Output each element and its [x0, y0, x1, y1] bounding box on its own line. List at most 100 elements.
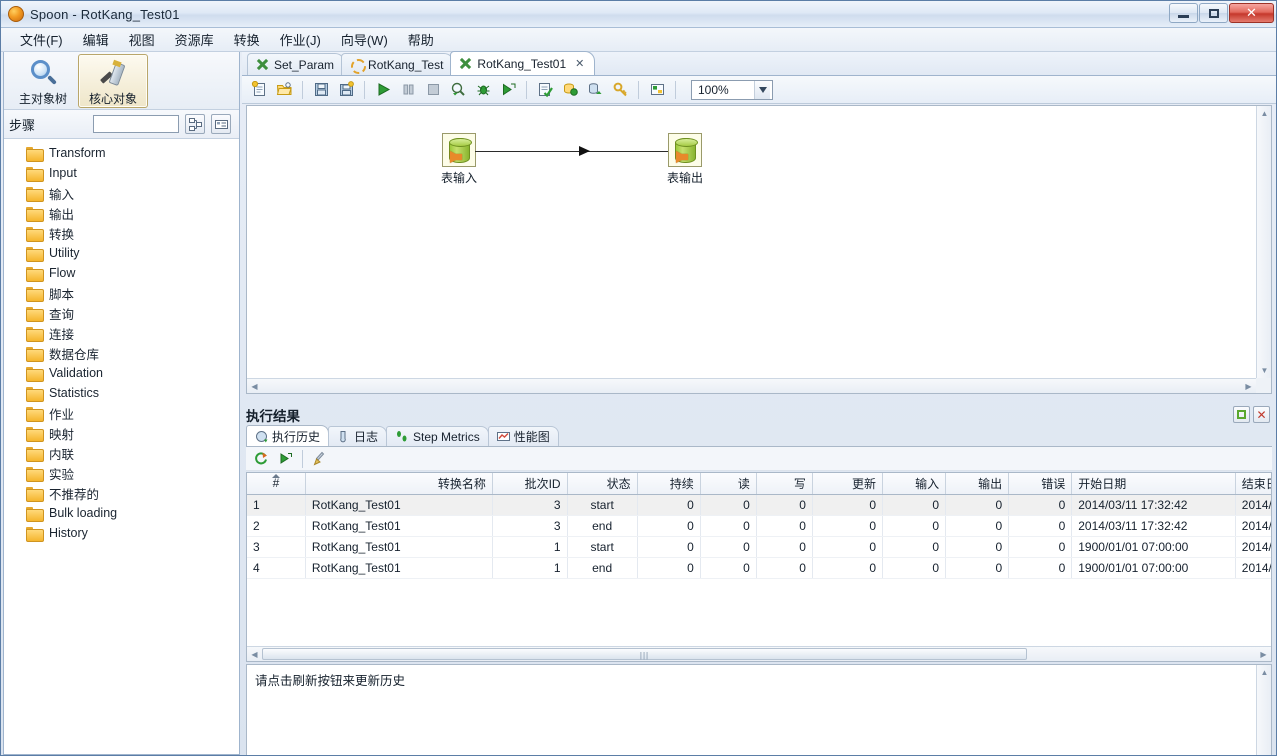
tab-execution-history[interactable]: 执行历史 [246, 425, 330, 446]
column-header-duration[interactable]: 持续 [637, 473, 701, 495]
column-header-errors[interactable]: 错误 [1008, 473, 1073, 495]
table-row[interactable]: 2 RotKang_Test01 3 end 0 0 0 0 0 0 0 201… [247, 515, 1271, 537]
column-header-updated[interactable]: 更新 [812, 473, 884, 495]
scroll-up-icon[interactable]: ▲ [1257, 665, 1271, 680]
tab-close-icon[interactable]: ✕ [575, 57, 584, 70]
stop-button[interactable] [422, 79, 444, 101]
execution-history-table-container[interactable]: # 转换名称 批次ID 状态 持续 读 写 更新 输入 输出 错误 开始日期 结… [246, 472, 1272, 662]
menu-repository[interactable]: 资源库 [166, 27, 223, 52]
chevron-down-icon[interactable] [754, 80, 770, 99]
canvas-vertical-scrollbar[interactable]: ▲ ▼ [1256, 106, 1271, 378]
scroll-right-icon[interactable]: ▶ [1241, 379, 1256, 394]
clear-history-button[interactable] [309, 448, 331, 470]
replay-button[interactable] [497, 79, 519, 101]
table-row[interactable]: 3 RotKang_Test01 1 start 0 0 0 0 0 0 0 1… [247, 536, 1271, 558]
table-row[interactable]: 1 RotKang_Test01 3 start 0 0 0 0 0 0 0 2… [247, 494, 1271, 516]
scroll-right-icon[interactable]: ▶ [1256, 647, 1271, 661]
menu-file[interactable]: 文件(F) [11, 27, 72, 52]
tree-item-validation[interactable]: Validation [4, 363, 239, 383]
debug-button[interactable] [472, 79, 494, 101]
tab-performance-graph[interactable]: 性能图 [487, 426, 559, 446]
table-row[interactable]: 4 RotKang_Test01 1 end 0 0 0 0 0 0 0 190… [247, 557, 1271, 579]
save-as-button[interactable] [335, 79, 357, 101]
collapse-all-button[interactable] [211, 114, 231, 134]
column-header-start-date[interactable]: 开始日期 [1071, 473, 1236, 495]
tree-item-utility[interactable]: Utility [4, 243, 239, 263]
sql-button[interactable] [584, 79, 606, 101]
column-header-batch-id[interactable]: 批次ID [492, 473, 568, 495]
open-file-button[interactable] [273, 79, 295, 101]
maximize-panel-button[interactable] [1233, 406, 1250, 423]
menu-edit[interactable]: 编辑 [74, 27, 118, 52]
table-horizontal-scrollbar[interactable]: ◀ ||| ▶ [247, 646, 1271, 661]
step-table-input[interactable]: 表输入 [437, 133, 481, 186]
scroll-left-icon[interactable]: ◀ [247, 379, 262, 394]
column-header-status[interactable]: 状态 [567, 473, 638, 495]
tree-item-statistics[interactable]: Statistics [4, 383, 239, 403]
menu-job[interactable]: 作业(J) [271, 27, 330, 52]
run-button[interactable] [372, 79, 394, 101]
menu-help[interactable]: 帮助 [399, 27, 443, 52]
tree-item-join[interactable]: 连接 [4, 323, 239, 343]
tree-item-output-cn[interactable]: 输出 [4, 203, 239, 223]
tree-item-job[interactable]: 作业 [4, 403, 239, 423]
menu-view[interactable]: 视图 [120, 27, 164, 52]
column-header-end-date[interactable]: 结束日期 [1235, 473, 1271, 495]
step-table-output[interactable]: 表输出 [663, 133, 707, 186]
message-vertical-scrollbar[interactable]: ▲ ▼ [1256, 665, 1271, 755]
minimize-button[interactable] [1169, 3, 1198, 23]
tree-item-inline[interactable]: 内联 [4, 443, 239, 463]
preview-button[interactable] [447, 79, 469, 101]
column-header-transformation-name[interactable]: 转换名称 [305, 473, 493, 495]
pause-button[interactable] [397, 79, 419, 101]
column-header-output[interactable]: 输出 [945, 473, 1010, 495]
menu-wizard[interactable]: 向导(W) [332, 27, 397, 52]
replay-history-button[interactable] [274, 448, 296, 470]
show-grid-button[interactable] [646, 79, 668, 101]
scroll-up-icon[interactable]: ▲ [1257, 106, 1272, 121]
menu-transformation[interactable]: 转换 [225, 27, 269, 52]
column-header-index[interactable]: # [247, 473, 306, 495]
column-header-written[interactable]: 写 [756, 473, 813, 495]
perspective-core-objects[interactable]: 核心对象 [78, 53, 148, 108]
save-button[interactable] [310, 79, 332, 101]
tab-step-metrics[interactable]: Step Metrics [386, 426, 489, 446]
tree-item-transform[interactable]: Transform [4, 143, 239, 163]
tree-item-data-warehouse[interactable]: 数据仓库 [4, 343, 239, 363]
zoom-level-combobox[interactable]: 100% [691, 79, 773, 100]
new-file-button[interactable] [248, 79, 270, 101]
tree-item-flow[interactable]: Flow [4, 263, 239, 283]
tree-item-deprecated[interactable]: 不推荐的 [4, 483, 239, 503]
verify-button[interactable] [534, 79, 556, 101]
expand-all-button[interactable] [185, 114, 205, 134]
steps-tree[interactable]: Transform Input 输入 输出 转换 Utility Flow 脚本… [4, 139, 239, 754]
canvas-horizontal-scrollbar[interactable]: ◀ ▶ [247, 378, 1256, 393]
tree-item-input-en[interactable]: Input [4, 163, 239, 183]
tree-item-input-cn[interactable]: 输入 [4, 183, 239, 203]
table-scrollbar-thumb[interactable]: ||| [262, 648, 1027, 660]
tab-set-param[interactable]: Set_Param [247, 53, 346, 75]
maximize-button[interactable] [1199, 3, 1228, 23]
tree-item-bulk-loading[interactable]: Bulk loading [4, 503, 239, 523]
tab-rotkang-test[interactable]: RotKang_Test [341, 53, 455, 75]
transformation-canvas[interactable]: 表输入 表输出 [247, 106, 1256, 378]
tree-item-script[interactable]: 脚本 [4, 283, 239, 303]
tree-item-history[interactable]: History [4, 523, 239, 543]
refresh-history-button[interactable] [250, 448, 272, 470]
tree-item-query[interactable]: 查询 [4, 303, 239, 323]
close-button[interactable]: ✕ [1229, 3, 1274, 23]
perspective-main-object-tree[interactable]: 主对象树 [8, 54, 78, 108]
search-input[interactable] [93, 115, 179, 133]
tab-rotkang-test01[interactable]: RotKang_Test01 ✕ [450, 51, 596, 75]
tree-item-transform-cn[interactable]: 转换 [4, 223, 239, 243]
impact-analysis-button[interactable] [559, 79, 581, 101]
scroll-left-icon[interactable]: ◀ [247, 647, 262, 661]
column-header-read[interactable]: 读 [700, 473, 757, 495]
tree-item-mapping[interactable]: 映射 [4, 423, 239, 443]
explore-db-button[interactable] [609, 79, 631, 101]
scroll-down-icon[interactable]: ▼ [1257, 363, 1272, 378]
tab-log[interactable]: 日志 [328, 426, 388, 446]
close-panel-button[interactable]: ✕ [1253, 406, 1270, 423]
column-header-input[interactable]: 输入 [882, 473, 947, 495]
tree-item-experimental[interactable]: 实验 [4, 463, 239, 483]
